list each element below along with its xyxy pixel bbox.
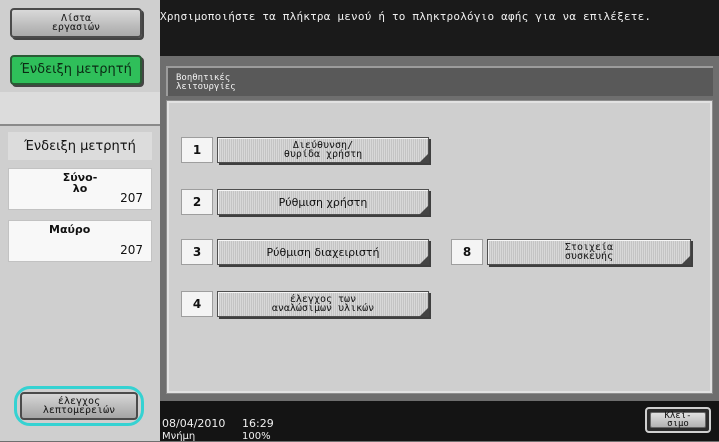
instruction-message: Χρησιμοποιήστε τα πλήκτρα μενού ή το πλη… — [160, 10, 652, 23]
black-counter-label: Μαύρο — [49, 223, 91, 236]
user-settings-button[interactable]: Ρύθμιση χρήστη — [217, 189, 429, 215]
menu-item-number: 2 — [181, 189, 213, 215]
menu-item-device-info[interactable]: 8 Στοιχεία συσκευής — [451, 239, 691, 265]
menu-item-number: 4 — [181, 291, 213, 317]
consumables-check-button[interactable]: έλεγχος των αναλώσιμων υλικών — [217, 291, 429, 317]
sidebar-divider-band — [0, 92, 160, 124]
total-counter-value: 207 — [120, 191, 143, 205]
message-bar: Χρησιμοποιήστε τα πλήκτρα μενού ή το πλη… — [160, 0, 719, 56]
job-list-button[interactable]: Λίστα εργασιών — [10, 8, 142, 38]
detail-check-button[interactable]: έλεγχος λεπτομερειών — [14, 386, 144, 426]
memory-label: Μνήμη — [162, 431, 196, 442]
black-counter-value: 207 — [120, 243, 143, 257]
panel-title: Βοηθητικές λειτουργίες — [166, 66, 713, 96]
counter-panel-title: Ένδειξη μετρητή — [8, 132, 152, 160]
copier-control-panel: Λίστα εργασιών Ένδειξη μετρητή Ένδειξη μ… — [0, 0, 719, 442]
counter-display-button[interactable]: Ένδειξη μετρητή — [10, 55, 142, 85]
function-menu: 1 Διεύθυνση/ θυρίδα χρήστη 2 Ρύθμιση χρή… — [166, 100, 713, 394]
memory-value: 100% — [242, 431, 271, 442]
status-date: 08/04/2010 — [162, 417, 226, 430]
detail-check-label: έλεγχος λεπτομερειών — [20, 392, 138, 420]
menu-item-number: 3 — [181, 239, 213, 265]
close-button-label: Κλεί- σιμο — [650, 412, 706, 429]
menu-item-admin-settings[interactable]: 3 Ρύθμιση διαχειριστή — [181, 239, 429, 265]
menu-item-consumables-check[interactable]: 4 έλεγχος των αναλώσιμων υλικών — [181, 291, 429, 317]
admin-settings-button[interactable]: Ρύθμιση διαχειριστή — [217, 239, 429, 265]
total-counter: Σύνο- λο 207 — [8, 168, 152, 210]
address-box-button[interactable]: Διεύθυνση/ θυρίδα χρήστη — [217, 137, 429, 163]
black-counter: Μαύρο 207 — [8, 220, 152, 262]
status-time: 16:29 — [242, 417, 274, 430]
job-list-label: Λίστα εργασιών — [51, 13, 101, 33]
status-bar: 08/04/2010 16:29 Μνήμη 100% Κλεί- σιμο — [160, 401, 719, 442]
menu-item-number: 1 — [181, 137, 213, 163]
menu-item-number: 8 — [451, 239, 483, 265]
menu-item-address-box[interactable]: 1 Διεύθυνση/ θυρίδα χρήστη — [181, 137, 429, 163]
close-button[interactable]: Κλεί- σιμο — [645, 407, 711, 433]
counter-display-button-label: Ένδειξη μετρητή — [20, 62, 132, 77]
left-sidebar: Λίστα εργασιών Ένδειξη μετρητή Ένδειξη μ… — [0, 0, 160, 441]
sidebar-separator — [0, 124, 160, 126]
utility-panel: Βοηθητικές λειτουργίες 1 Διεύθυνση/ θυρί… — [160, 56, 719, 401]
device-info-button[interactable]: Στοιχεία συσκευής — [487, 239, 691, 265]
menu-item-user-settings[interactable]: 2 Ρύθμιση χρήστη — [181, 189, 429, 215]
